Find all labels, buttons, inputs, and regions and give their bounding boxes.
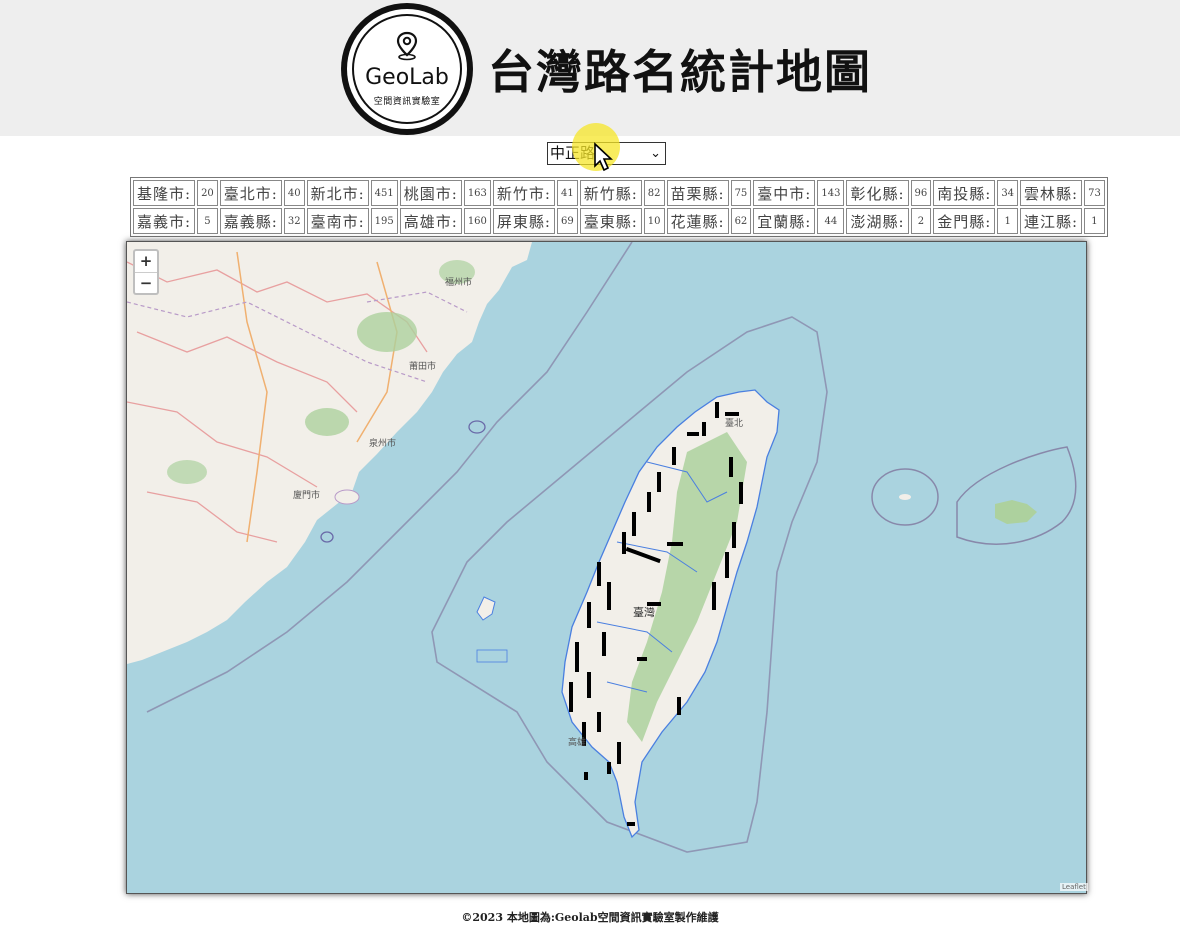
county-count: 10: [643, 208, 665, 234]
zoom-control: + −: [133, 249, 159, 295]
county-name: 嘉義市:: [133, 208, 196, 234]
map-label-kaohsiung: 高雄: [568, 738, 587, 748]
county-count: 75: [730, 180, 752, 206]
logo-brand-text: GeoLab: [365, 65, 449, 90]
map-label-xiamen: 廈門市: [293, 491, 321, 501]
zoom-in-button[interactable]: +: [135, 251, 157, 272]
footer-copyright: ©2023 本地圖為:Geolab空間資訊實驗室製作維護: [461, 911, 719, 924]
map-label-fuzhou: 福州市: [445, 278, 473, 288]
page-title: 台灣路名統計地圖: [488, 45, 872, 99]
county-name: 苗栗縣:: [666, 180, 729, 206]
county-name: 新竹縣:: [579, 180, 642, 206]
county-count: 73: [1084, 180, 1105, 206]
map-label-taipei: 臺北: [725, 419, 744, 429]
county-name: 臺東縣:: [579, 208, 642, 234]
county-count: 34: [997, 180, 1019, 206]
county-name: 宜蘭縣:: [753, 208, 816, 234]
county-count: 5: [197, 208, 218, 234]
county-name: 花蓮縣:: [666, 208, 729, 234]
map-label-putian: 莆田市: [409, 362, 437, 372]
county-count: 451: [370, 180, 398, 206]
county-count: 160: [463, 208, 491, 234]
map-label-quanzhou: 泉州市: [369, 439, 397, 449]
county-count: 69: [556, 208, 578, 234]
county-name: 南投縣:: [933, 180, 996, 206]
county-name: 雲林縣:: [1020, 180, 1083, 206]
county-name: 嘉義縣:: [219, 208, 282, 234]
county-count: 41: [556, 180, 578, 206]
map-view[interactable]: 福州市 莆田市 泉州市 廈門市 臺北 臺灣 高雄: [126, 241, 1087, 894]
county-row: 基隆市: 20 臺北市: 40 新北市: 451 桃園市: 163 新竹市: 41 新竹縣: 82 苗栗…: [133, 180, 1105, 206]
county-name: 高雄市:: [399, 208, 462, 234]
county-name: 金門縣:: [933, 208, 996, 234]
county-name: 臺中市:: [753, 180, 816, 206]
chevron-down-icon: ⌄: [650, 146, 661, 161]
county-count-table: 基隆市: 20 臺北市: 40 新北市: 451 桃園市: 163 新竹市: 41 新竹縣: 82 苗栗…: [130, 177, 1108, 237]
map-attribution[interactable]: Leaflet: [1060, 883, 1088, 891]
map-label-taiwan: 臺灣: [633, 606, 655, 619]
county-row: 嘉義市: 5 嘉義縣: 32 臺南市: 195 高雄市: 160 屏東縣: 69 臺東縣: 10 花蓮縣…: [133, 208, 1105, 234]
county-count: 96: [910, 180, 932, 206]
map-canvas[interactable]: [127, 242, 1087, 894]
county-count: 40: [283, 180, 305, 206]
county-name: 桃園市:: [399, 180, 462, 206]
county-count: 1: [1084, 208, 1105, 234]
county-name: 臺北市:: [219, 180, 282, 206]
zoom-out-button[interactable]: −: [135, 272, 157, 294]
county-name: 臺南市:: [306, 208, 369, 234]
header-bar: GeoLab 空間資訊實驗室 台灣路名統計地圖: [0, 0, 1180, 136]
county-name: 新北市:: [306, 180, 369, 206]
county-name: 新竹市:: [492, 180, 555, 206]
county-count: 44: [817, 208, 845, 234]
county-count: 1: [997, 208, 1019, 234]
county-count: 62: [730, 208, 752, 234]
county-name: 連江縣:: [1020, 208, 1083, 234]
county-count: 163: [463, 180, 491, 206]
county-name: 基隆市:: [133, 180, 196, 206]
county-count: 195: [370, 208, 398, 234]
county-count: 82: [643, 180, 665, 206]
location-pin-icon: [396, 31, 418, 61]
logo-subtitle: 空間資訊實驗室: [373, 97, 441, 107]
geolab-logo: GeoLab 空間資訊實驗室: [341, 3, 473, 135]
county-count: 143: [817, 180, 845, 206]
county-name: 彰化縣:: [846, 180, 909, 206]
county-name: 屏東縣:: [492, 208, 555, 234]
county-count: 2: [910, 208, 932, 234]
mouse-cursor-icon: [594, 142, 614, 172]
county-name: 澎湖縣:: [846, 208, 909, 234]
county-count: 20: [197, 180, 218, 206]
county-count: 32: [283, 208, 305, 234]
